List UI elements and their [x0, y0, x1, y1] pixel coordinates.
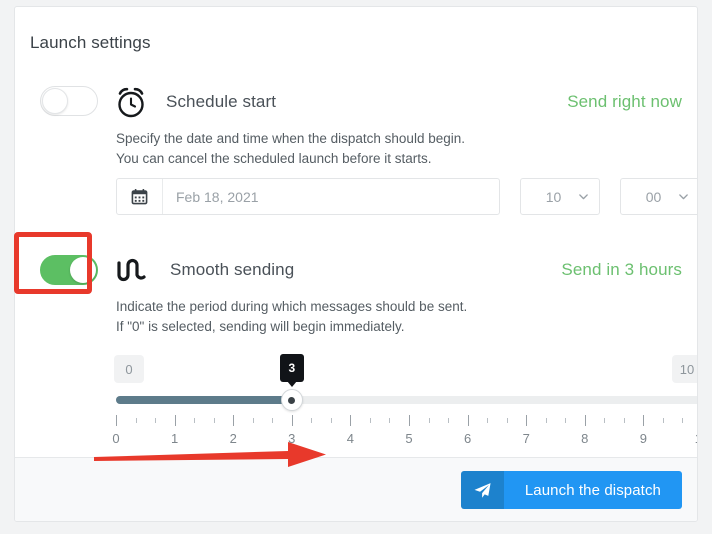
launch-settings-card: Launch settings Schedule start Send righ… — [14, 6, 698, 522]
hour-select[interactable]: 10 — [520, 178, 600, 215]
slider-tick-minor — [604, 418, 606, 423]
chevron-down-icon — [679, 194, 688, 200]
minute-select[interactable]: 00 — [620, 178, 697, 215]
launch-dispatch-label: Launch the dispatch — [503, 471, 682, 509]
slider-tick-label: 10 — [695, 431, 697, 446]
slider-tick-label: 3 — [288, 431, 296, 446]
chevron-down-icon — [579, 194, 588, 200]
schedule-description-line-1: Specify the date and time when the dispa… — [116, 131, 465, 146]
slider-tick-minor — [369, 418, 371, 423]
toggle-knob — [70, 257, 96, 283]
card-footer: Launch the dispatch — [15, 457, 697, 521]
schedule-start-label: Schedule start — [166, 92, 277, 111]
slider-tick-minor — [252, 418, 254, 423]
wave-icon — [114, 253, 148, 287]
date-input[interactable]: Feb 18, 2021 — [116, 178, 500, 215]
slider-tick-minor — [623, 418, 625, 423]
slider-tick-major — [409, 415, 410, 426]
slider-tick-label: 7 — [522, 431, 530, 446]
slider-tick-minor — [428, 418, 430, 423]
slider-tick-label: 6 — [463, 431, 472, 446]
slider-handle[interactable] — [280, 389, 303, 411]
slider-tick-minor — [135, 418, 137, 423]
slider-max-label: 10 — [672, 355, 697, 383]
schedule-start-status: Send right now — [567, 92, 682, 111]
slider-min-label: 0 — [114, 355, 144, 383]
slider-tick-major — [643, 415, 645, 426]
smooth-description-line-2: If "0" is selected, sending will begin i… — [116, 319, 405, 334]
slider-tick-major — [467, 415, 469, 426]
slider-tick-label: 2 — [229, 431, 237, 446]
slider-tick-minor — [545, 418, 547, 423]
slider-tick-major — [116, 415, 117, 426]
slider-tick-minor — [389, 418, 391, 423]
slider-tick-minor — [272, 418, 274, 423]
smooth-sending-slider[interactable] — [116, 396, 697, 404]
slider-tick-label: 4 — [346, 431, 355, 446]
toggle-knob — [42, 88, 68, 114]
date-input-value: Feb 18, 2021 — [176, 188, 259, 205]
slider-tick-major — [291, 415, 293, 426]
slider-value-tooltip: 3 — [279, 354, 304, 387]
minute-select-value: 00 — [645, 188, 662, 205]
slider-tick-minor — [330, 418, 332, 423]
slider-fill — [116, 396, 292, 404]
slider-tick-label: 1 — [170, 431, 179, 446]
slider-value-text: 3 — [288, 361, 296, 375]
slider-tick-minor — [662, 418, 664, 423]
smooth-description-line-1: Indicate the period during which message… — [116, 299, 468, 314]
slider-tick-minor — [682, 418, 684, 423]
card-body: Launch settings Schedule start Send righ… — [15, 7, 697, 459]
launch-dispatch-button[interactable]: Launch the dispatch — [460, 471, 682, 509]
slider-tick-minor — [311, 418, 313, 423]
slider-tick-label: 9 — [639, 431, 648, 446]
hour-select-value: 10 — [545, 188, 562, 205]
smooth-sending-status: Send in 3 hours — [561, 260, 682, 279]
calendar-icon — [117, 179, 163, 214]
slider-tick-minor — [506, 418, 508, 423]
slider-tick-minor — [155, 418, 157, 423]
slider-tick-major — [526, 415, 528, 426]
slider-tick-major — [174, 415, 176, 426]
slider-tick-major — [233, 415, 235, 426]
slider-tick-minor — [487, 418, 489, 423]
smooth-sending-label: Smooth sending — [170, 260, 295, 279]
slider-tick-label: 0 — [112, 431, 120, 446]
alarm-clock-icon — [114, 85, 148, 119]
schedule-start-toggle[interactable] — [40, 86, 98, 116]
slider-tick-major — [584, 415, 586, 426]
slider-tick-minor — [448, 418, 450, 423]
page-title: Launch settings — [30, 33, 151, 52]
slider-tick-minor — [565, 418, 567, 423]
paper-plane-icon — [460, 471, 504, 509]
schedule-description-line-2: You can cancel the scheduled launch befo… — [116, 151, 432, 166]
slider-tick-minor — [213, 418, 215, 423]
slider-tick-label: 5 — [405, 431, 413, 446]
smooth-sending-toggle[interactable] — [40, 255, 98, 285]
slider-tick-minor — [194, 418, 196, 423]
slider-tick-major — [350, 415, 352, 426]
slider-tick-label: 8 — [581, 431, 589, 446]
